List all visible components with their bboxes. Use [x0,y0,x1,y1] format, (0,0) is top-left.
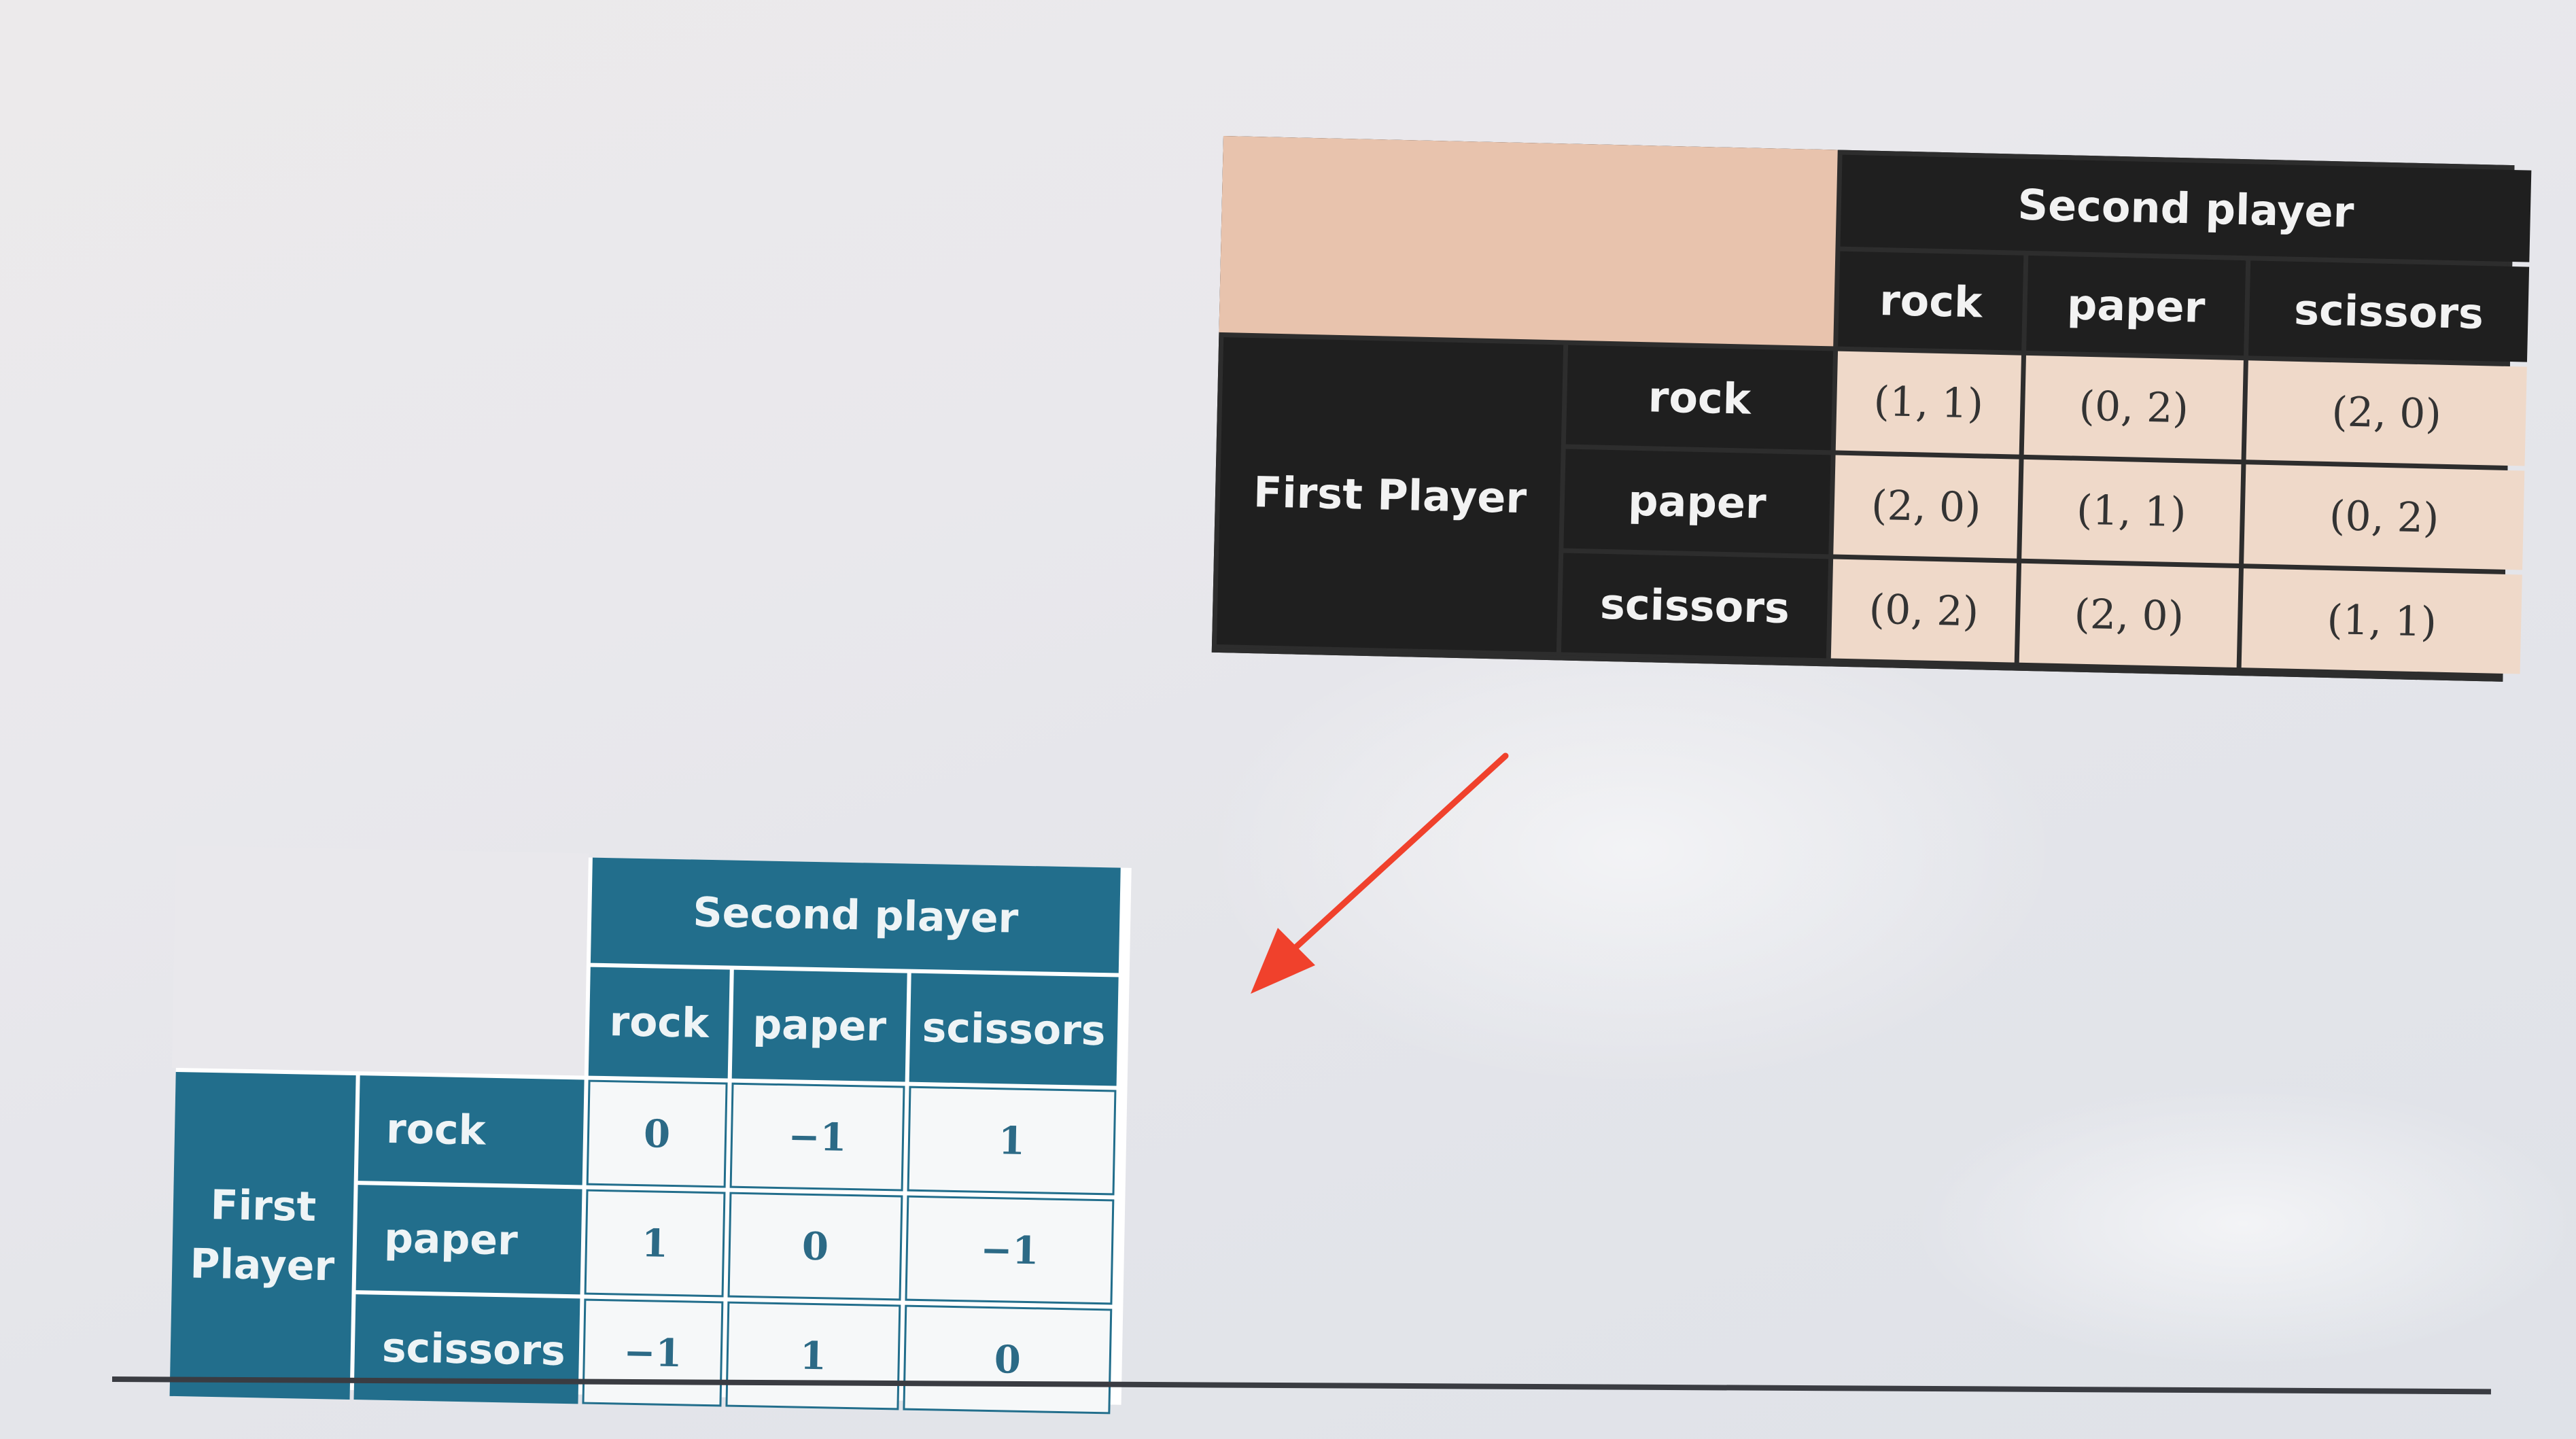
row-group-header-line1: First [210,1181,317,1231]
table-cell: −1 [905,1195,1115,1305]
column-group-header: Second player [590,857,1121,973]
table-cell: 0 [903,1304,1113,1415]
row-group-header-line2: Player [189,1239,335,1290]
table-cell: 0 [727,1192,903,1301]
row-header-rock: rock [358,1075,585,1185]
column-header-scissors: scissors [909,973,1119,1086]
table-cell: 0 [586,1079,728,1188]
zero-sum-table: Second player rock paper scissors First … [169,845,1132,1415]
table-cell: 1 [907,1086,1117,1196]
column-header-rock: rock [588,967,730,1079]
table-corner [171,845,589,1076]
row-group-header: First Player [169,1071,356,1400]
row-header-scissors: scissors [353,1294,580,1404]
table-cell: 1 [725,1301,901,1410]
table-cell: −1 [729,1082,905,1192]
table-cell: −1 [582,1298,724,1407]
row-header-paper: paper [355,1185,582,1295]
table-cell: 1 [584,1189,726,1298]
column-header-paper: paper [731,969,907,1082]
